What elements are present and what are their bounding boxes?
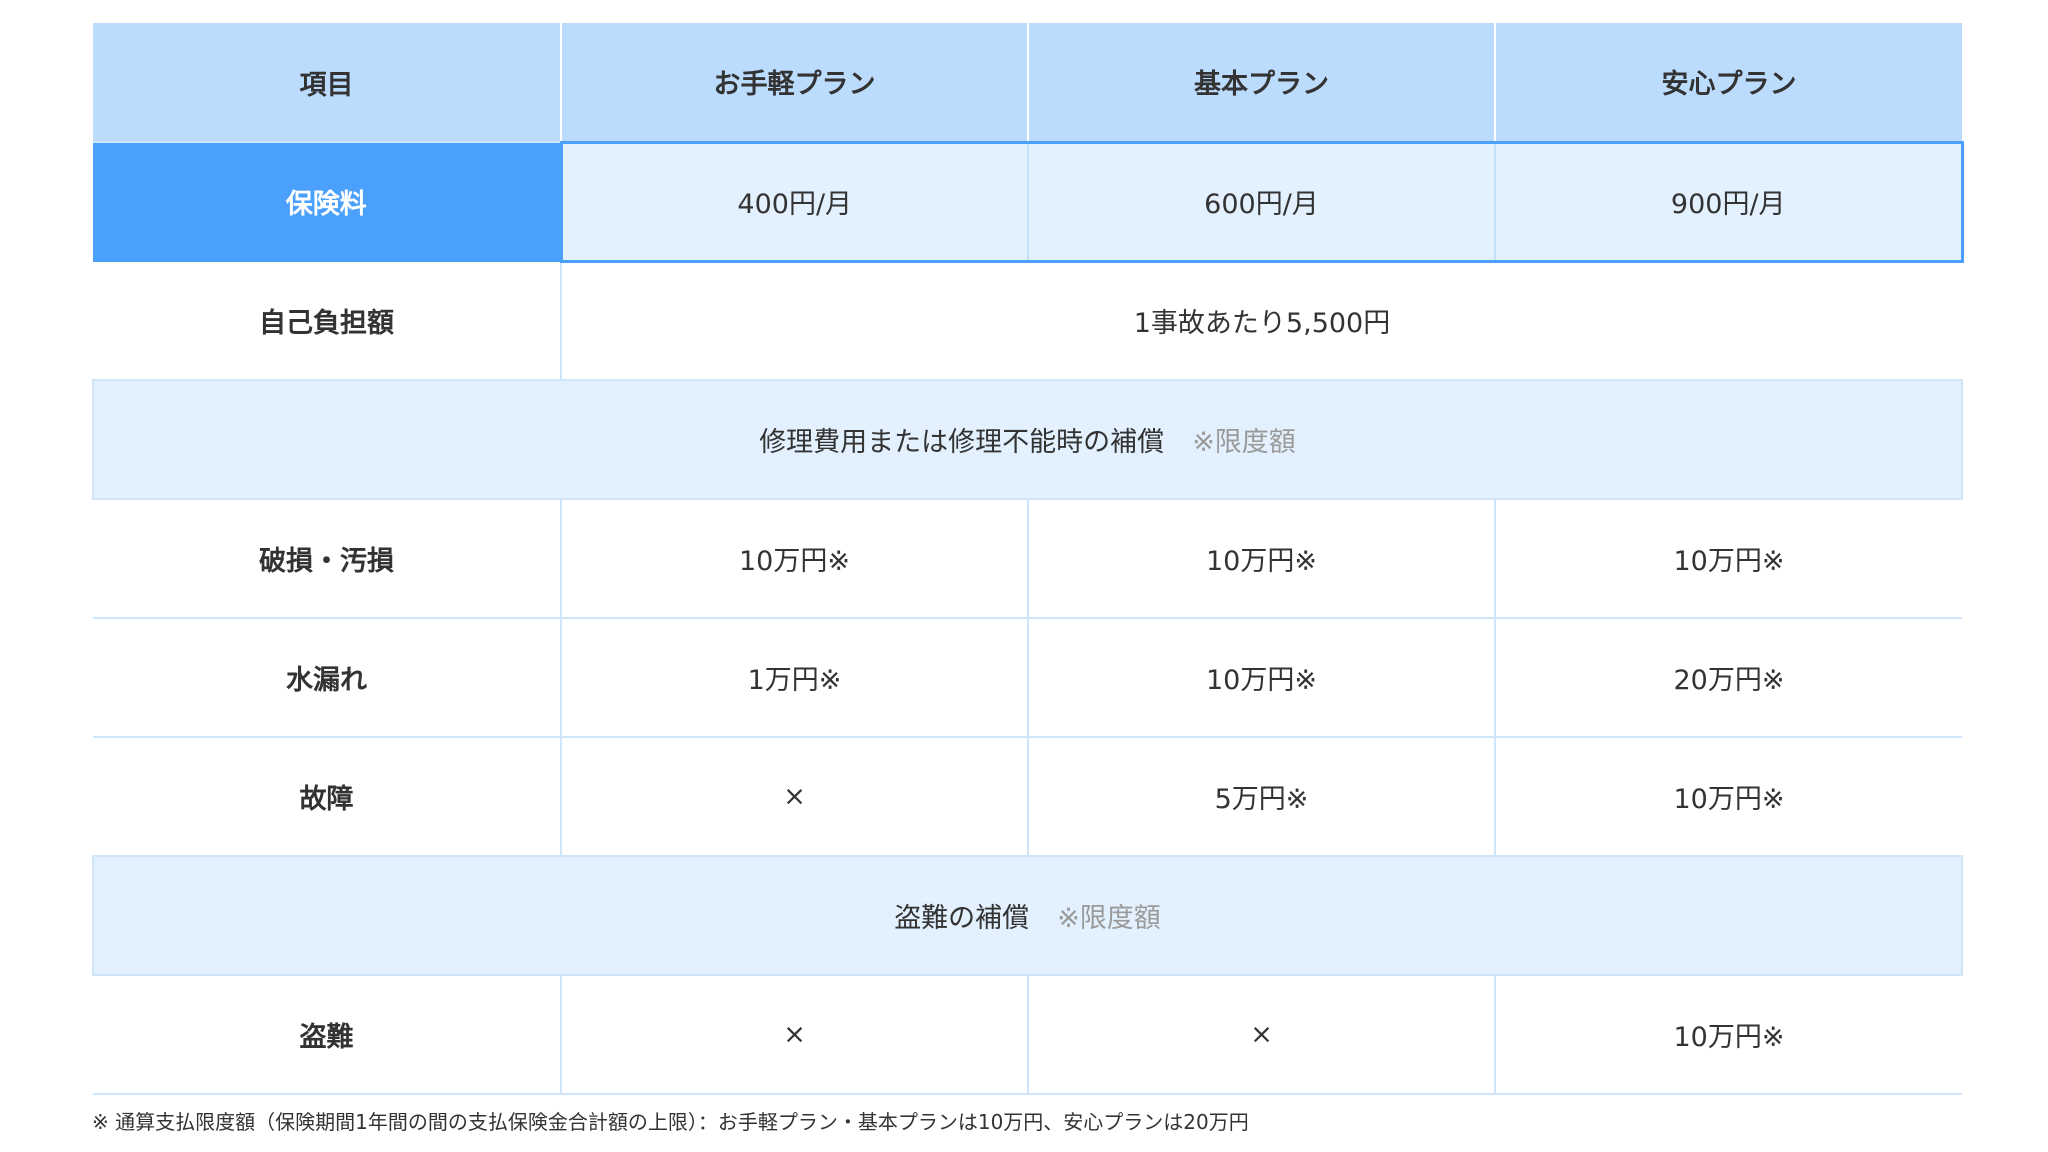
premium-kihon: 600円/月: [1027, 140, 1495, 263]
footnote: ※ 通算支払限度額（保険期間1年間の間の支払保険金合計額の上限）：お手軽プラン・…: [92, 1110, 1249, 1134]
table-row: 破損・汚損 10万円※ 10万円※ 10万円※: [93, 499, 1962, 619]
header-plan-anshin: 安心プラン: [1494, 23, 1962, 143]
water-leak-kihon: 10万円※: [1027, 618, 1495, 738]
damage-otegaru: 10万円※: [561, 499, 1028, 619]
repair-section-note: ※限度額: [1192, 427, 1296, 458]
theft-section-note: ※限度額: [1057, 903, 1161, 934]
breakdown-otegaru: ×: [561, 737, 1028, 857]
breakdown-label: 故障: [93, 737, 562, 857]
premium-row: 保険料 400円/月 600円/月 900円/月: [93, 140, 1964, 263]
premium-label: 保険料: [93, 142, 561, 262]
deductible-value: 1事故あたり5,500円: [561, 261, 1962, 381]
theft-kihon: ×: [1027, 975, 1495, 1095]
repair-section-title: 修理費用または修理不能時の補償: [759, 427, 1165, 458]
theft-section-row: 盗難の補償 ※限度額: [92, 855, 1963, 976]
theft-section-heading: 盗難の補償 ※限度額: [92, 855, 1963, 976]
water-leak-anshin: 20万円※: [1494, 618, 1962, 738]
theft-label: 盗難: [93, 975, 562, 1095]
table-row: 故障 × 5万円※ 10万円※: [93, 737, 1962, 857]
damage-anshin: 10万円※: [1494, 499, 1962, 619]
repair-section-heading: 修理費用または修理不能時の補償 ※限度額: [92, 379, 1963, 500]
deductible-row: 自己負担額 1事故あたり5,500円: [93, 261, 1962, 381]
water-leak-label: 水漏れ: [93, 618, 562, 738]
table-header-row: 項目 お手軽プラン 基本プラン 安心プラン: [93, 23, 1962, 143]
deductible-label: 自己負担額: [93, 261, 562, 381]
premium-anshin: 900円/月: [1494, 140, 1964, 263]
plan-comparison-table: 項目 お手軽プラン 基本プラン 安心プラン 保険料 400円/月 600円/月 …: [92, 23, 1964, 1095]
table-row: 盗難 × × 10万円※: [93, 975, 1962, 1095]
header-item: 項目: [93, 23, 561, 143]
damage-kihon: 10万円※: [1027, 499, 1495, 619]
theft-anshin: 10万円※: [1494, 975, 1962, 1095]
premium-otegaru: 400円/月: [559, 140, 1028, 263]
theft-section-title: 盗難の補償: [894, 903, 1030, 934]
damage-label: 破損・汚損: [93, 499, 562, 619]
theft-otegaru: ×: [561, 975, 1028, 1095]
header-plan-otegaru: お手軽プラン: [560, 23, 1028, 143]
repair-section-row: 修理費用または修理不能時の補償 ※限度額: [92, 379, 1963, 500]
water-leak-otegaru: 1万円※: [561, 618, 1028, 738]
table-row: 水漏れ 1万円※ 10万円※ 20万円※: [93, 618, 1962, 738]
header-plan-kihon: 基本プラン: [1027, 23, 1495, 143]
breakdown-kihon: 5万円※: [1027, 737, 1495, 857]
plan-comparison: 項目 お手軽プラン 基本プラン 安心プラン 保険料 400円/月 600円/月 …: [92, 23, 1964, 1095]
breakdown-anshin: 10万円※: [1494, 737, 1962, 857]
